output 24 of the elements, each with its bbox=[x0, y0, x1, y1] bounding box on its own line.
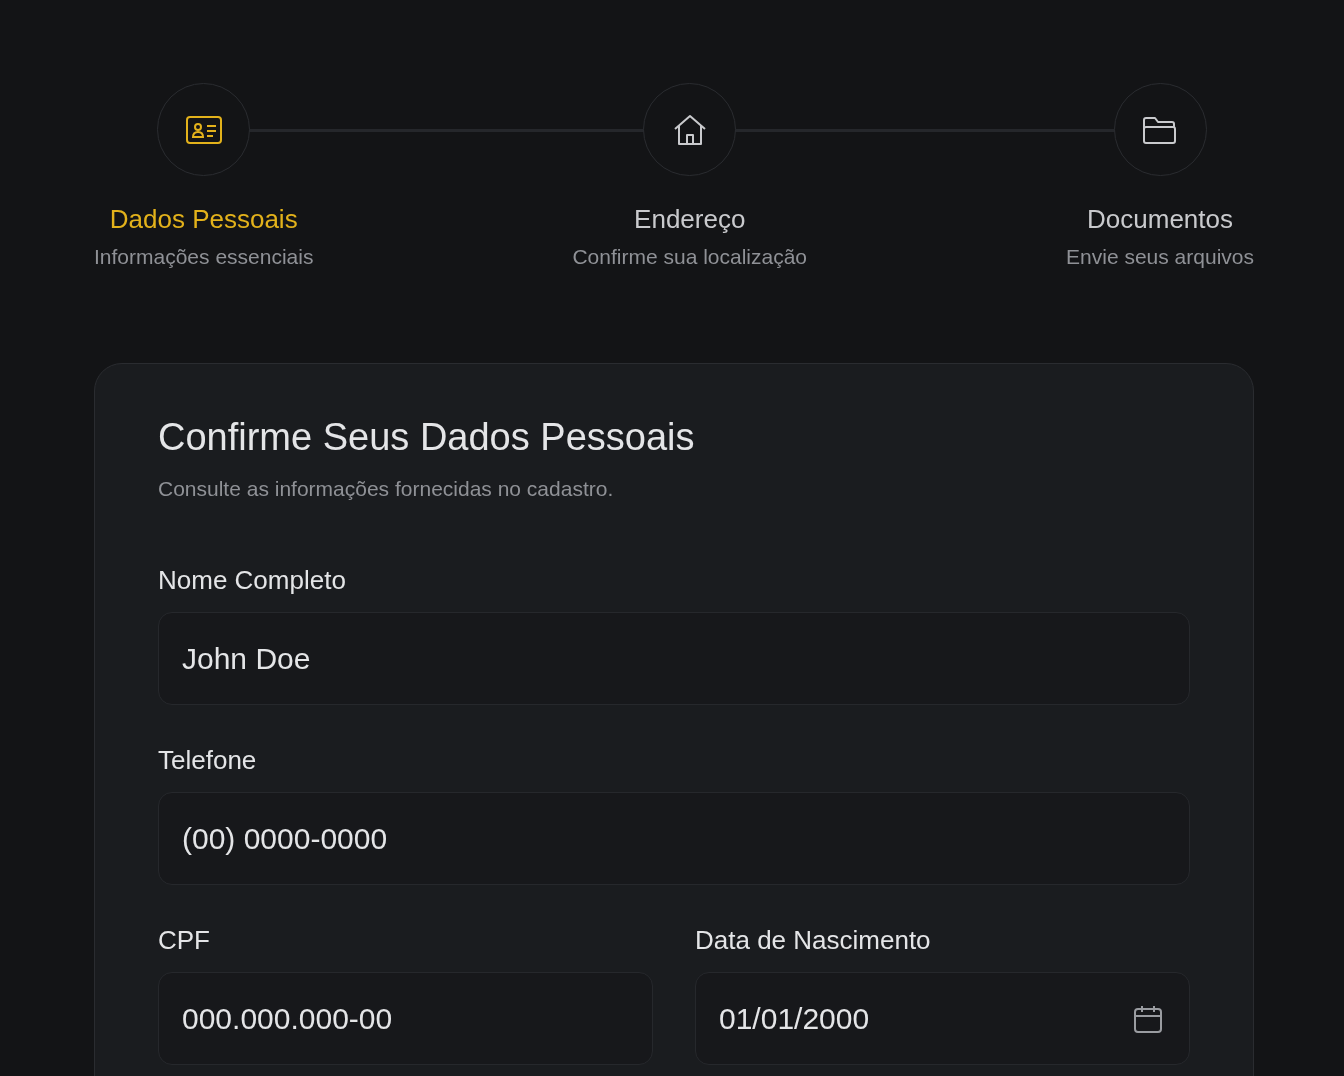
input-field[interactable]: (00) 0000-0000 bbox=[158, 792, 1190, 885]
date-field[interactable]: 01/01/2000 bbox=[695, 972, 1190, 1065]
card-title: Confirme Seus Dados Pessoais bbox=[158, 416, 696, 459]
field-value: John Doe bbox=[182, 641, 311, 676]
calendar-icon[interactable] bbox=[1133, 1003, 1163, 1034]
field-label: Nome Completo bbox=[158, 565, 347, 596]
field-value: 01/01/2000 bbox=[719, 1001, 870, 1036]
field-value: 000.000.000-00 bbox=[182, 1001, 393, 1036]
step-title: Endereço bbox=[634, 204, 746, 235]
step-title: Dados Pessoais bbox=[109, 204, 298, 235]
id-card-icon bbox=[185, 115, 222, 144]
input-field[interactable]: 000.000.000-00 bbox=[158, 972, 653, 1065]
house-icon bbox=[672, 113, 707, 146]
field-label: Telefone bbox=[158, 745, 258, 776]
field-value: (00) 0000-0000 bbox=[182, 821, 388, 856]
step-subtitle: Envie seus arquivos bbox=[1066, 245, 1254, 269]
field-label: Data de Nascimento bbox=[695, 925, 932, 956]
folder-icon bbox=[1142, 115, 1178, 144]
step-subtitle: Confirme sua localização bbox=[572, 245, 808, 269]
input-field[interactable]: John Doe bbox=[158, 612, 1190, 705]
step-subtitle: Informações essenciais bbox=[94, 245, 314, 269]
field-label: CPF bbox=[158, 925, 211, 956]
step-title: Documentos bbox=[1087, 204, 1233, 235]
card-subtitle: Consulte as informações fornecidas no cadastro. bbox=[158, 477, 615, 501]
